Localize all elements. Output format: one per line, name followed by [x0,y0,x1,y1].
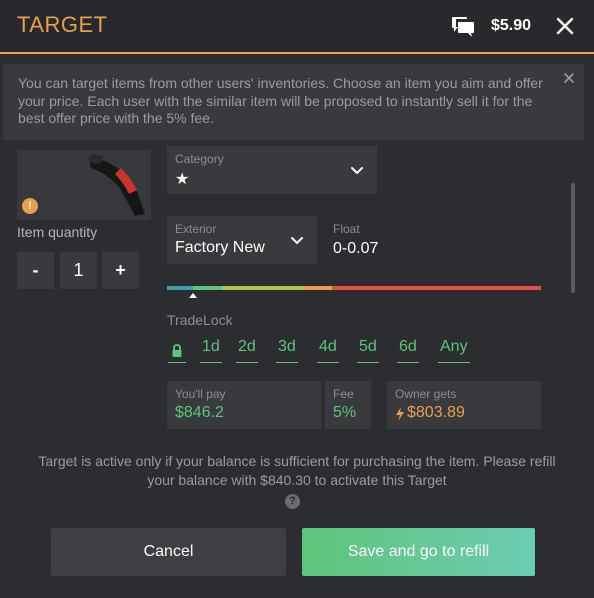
banner-close-icon[interactable] [561,70,577,86]
you-pay-field[interactable]: You'll pay $846.2 [167,381,321,429]
chevron-down-icon [291,237,303,245]
category-value: ★ [175,171,190,188]
category-label: Category [175,152,224,166]
tradelock-option-4d[interactable]: 4d [317,338,339,363]
quantity-value[interactable]: 1 [60,252,97,289]
close-icon[interactable] [555,16,575,36]
fee-field: Fee 5% [325,381,371,429]
lock-icon [172,344,182,357]
scrollbar[interactable] [571,183,575,293]
tradelock-label: TradeLock [167,312,233,328]
balance-note: Target is active only if your balance is… [38,453,556,488]
quantity-label: Item quantity [17,224,98,240]
tradelock-option-2d[interactable]: 2d [236,338,258,363]
tradelock-option-locked[interactable] [168,339,186,363]
exterior-label: Exterior [175,222,217,236]
you-pay-value: $846.2 [175,404,224,421]
cancel-button[interactable]: Cancel [51,528,286,576]
chevron-down-icon [351,167,363,175]
chat-icon[interactable] [452,17,474,37]
you-pay-label: You'll pay [175,387,226,401]
float-label: Float [333,222,360,236]
owner-gets-label: Owner gets [395,387,457,401]
exterior-select[interactable]: Exterior Factory New [167,216,317,264]
fee-label: Fee [333,387,354,401]
help-icon[interactable]: ? [285,494,300,509]
tradelock-option-5d[interactable]: 5d [357,338,379,363]
exterior-value: Factory New [175,239,265,256]
warning-badge-icon: ! [22,198,38,214]
dialog-title: TARGET [17,12,108,37]
bolt-icon [396,407,404,421]
category-select[interactable]: Category ★ [167,146,377,194]
quantity-increase-button[interactable]: + [102,252,139,289]
tradelock-option-any[interactable]: Any [438,338,470,363]
quantity-decrease-button[interactable]: - [17,252,54,289]
target-dialog: TARGET $5.90 You can target items from o… [0,0,594,598]
float-value: 0-0.07 [333,240,379,257]
save-and-refill-button[interactable]: Save and go to refill [302,528,535,576]
tradelock-option-1d[interactable]: 1d [200,338,222,363]
owner-gets-field[interactable]: Owner gets $803.89 [387,381,541,429]
fee-value: 5% [333,404,357,421]
tradelock-option-3d[interactable]: 3d [276,338,298,363]
dialog-header: TARGET $5.90 [0,0,594,54]
info-banner-text: You can target items from other users' i… [18,75,543,126]
tradelock-option-6d[interactable]: 6d [397,338,419,363]
balance-amount: $5.90 [491,17,532,34]
float-marker[interactable] [189,293,197,298]
info-banner: You can target items from other users' i… [3,64,584,140]
owner-gets-value: $803.89 [407,404,465,421]
float-range-bar [167,286,541,290]
